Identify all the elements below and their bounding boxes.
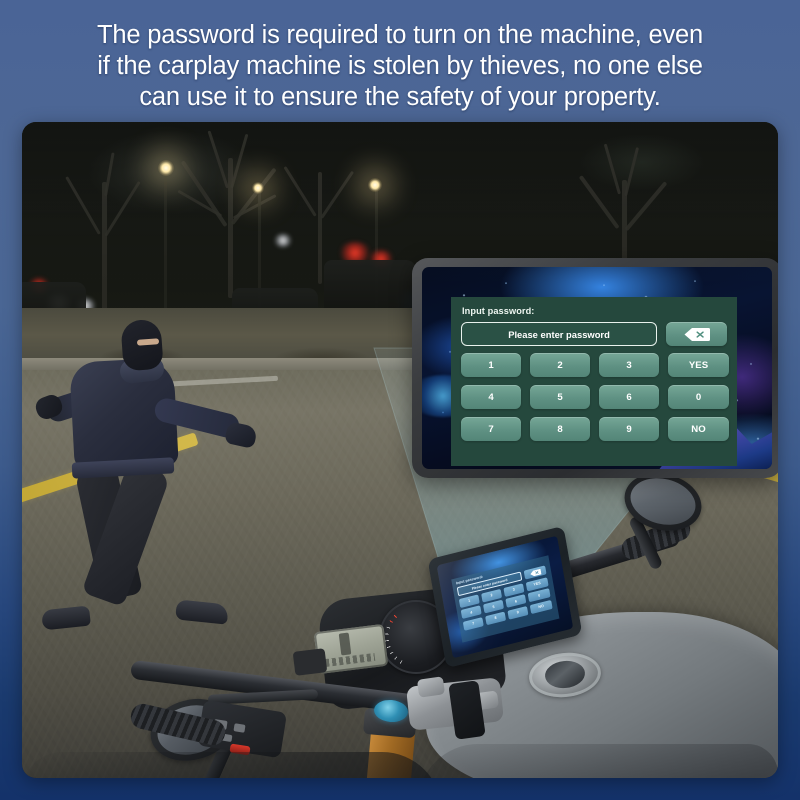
key-8[interactable]: 8 (530, 417, 590, 441)
key-3[interactable]: 3 (599, 353, 659, 377)
handlebar-password-dialog: Input password: Please enter password 1 … (451, 555, 560, 643)
switch-button[interactable] (233, 723, 246, 733)
motorcycle (22, 452, 778, 778)
poster-root: The password is required to turn on the … (0, 0, 800, 800)
carplay-tablet-mockup: Input password: Please enter password 1 (412, 258, 778, 478)
dash-button-panel[interactable] (292, 648, 328, 676)
key-5[interactable]: 5 (530, 385, 590, 409)
tablet-screen[interactable]: Input password: Please enter password 1 (422, 267, 772, 469)
page-title: The password is required to turn on the … (97, 21, 703, 111)
keypad-grid[interactable]: 1 2 3 YES 4 5 6 0 7 8 9 NO (461, 353, 729, 441)
scene-photo: Input password: Please enter password 1 … (22, 122, 778, 778)
thief-gloved-hand (224, 421, 258, 449)
backspace-icon (684, 327, 710, 341)
street-lamp (252, 182, 264, 194)
handlebar-key[interactable]: 7 (462, 616, 484, 631)
key-7[interactable]: 7 (461, 417, 521, 441)
handlebar-key[interactable]: NO (529, 599, 553, 614)
key-no[interactable]: NO (668, 417, 729, 441)
backspace-key[interactable] (666, 322, 727, 346)
tree-silhouette (58, 132, 158, 312)
key-6[interactable]: 6 (599, 385, 659, 409)
backspace-icon (529, 568, 541, 576)
key-1[interactable]: 1 (461, 353, 521, 377)
dialog-title: Input password: (462, 306, 535, 316)
street-lamp (368, 178, 382, 192)
headlight-glow (274, 234, 292, 247)
tree-silhouette (172, 122, 292, 298)
handlebar-key[interactable]: 9 (507, 605, 529, 620)
lamp-pole (164, 166, 167, 316)
key-yes[interactable]: YES (668, 353, 729, 377)
password-input[interactable]: Please enter password (461, 322, 657, 346)
password-dialog: Input password: Please enter password 1 (451, 297, 737, 466)
handlebar-key[interactable]: 8 (485, 611, 507, 625)
key-2[interactable]: 2 (530, 353, 590, 377)
key-4[interactable]: 4 (461, 385, 521, 409)
street-lamp (158, 160, 174, 176)
key-9[interactable]: 9 (599, 417, 659, 441)
bar-clamp (416, 676, 446, 698)
key-0[interactable]: 0 (668, 385, 729, 409)
